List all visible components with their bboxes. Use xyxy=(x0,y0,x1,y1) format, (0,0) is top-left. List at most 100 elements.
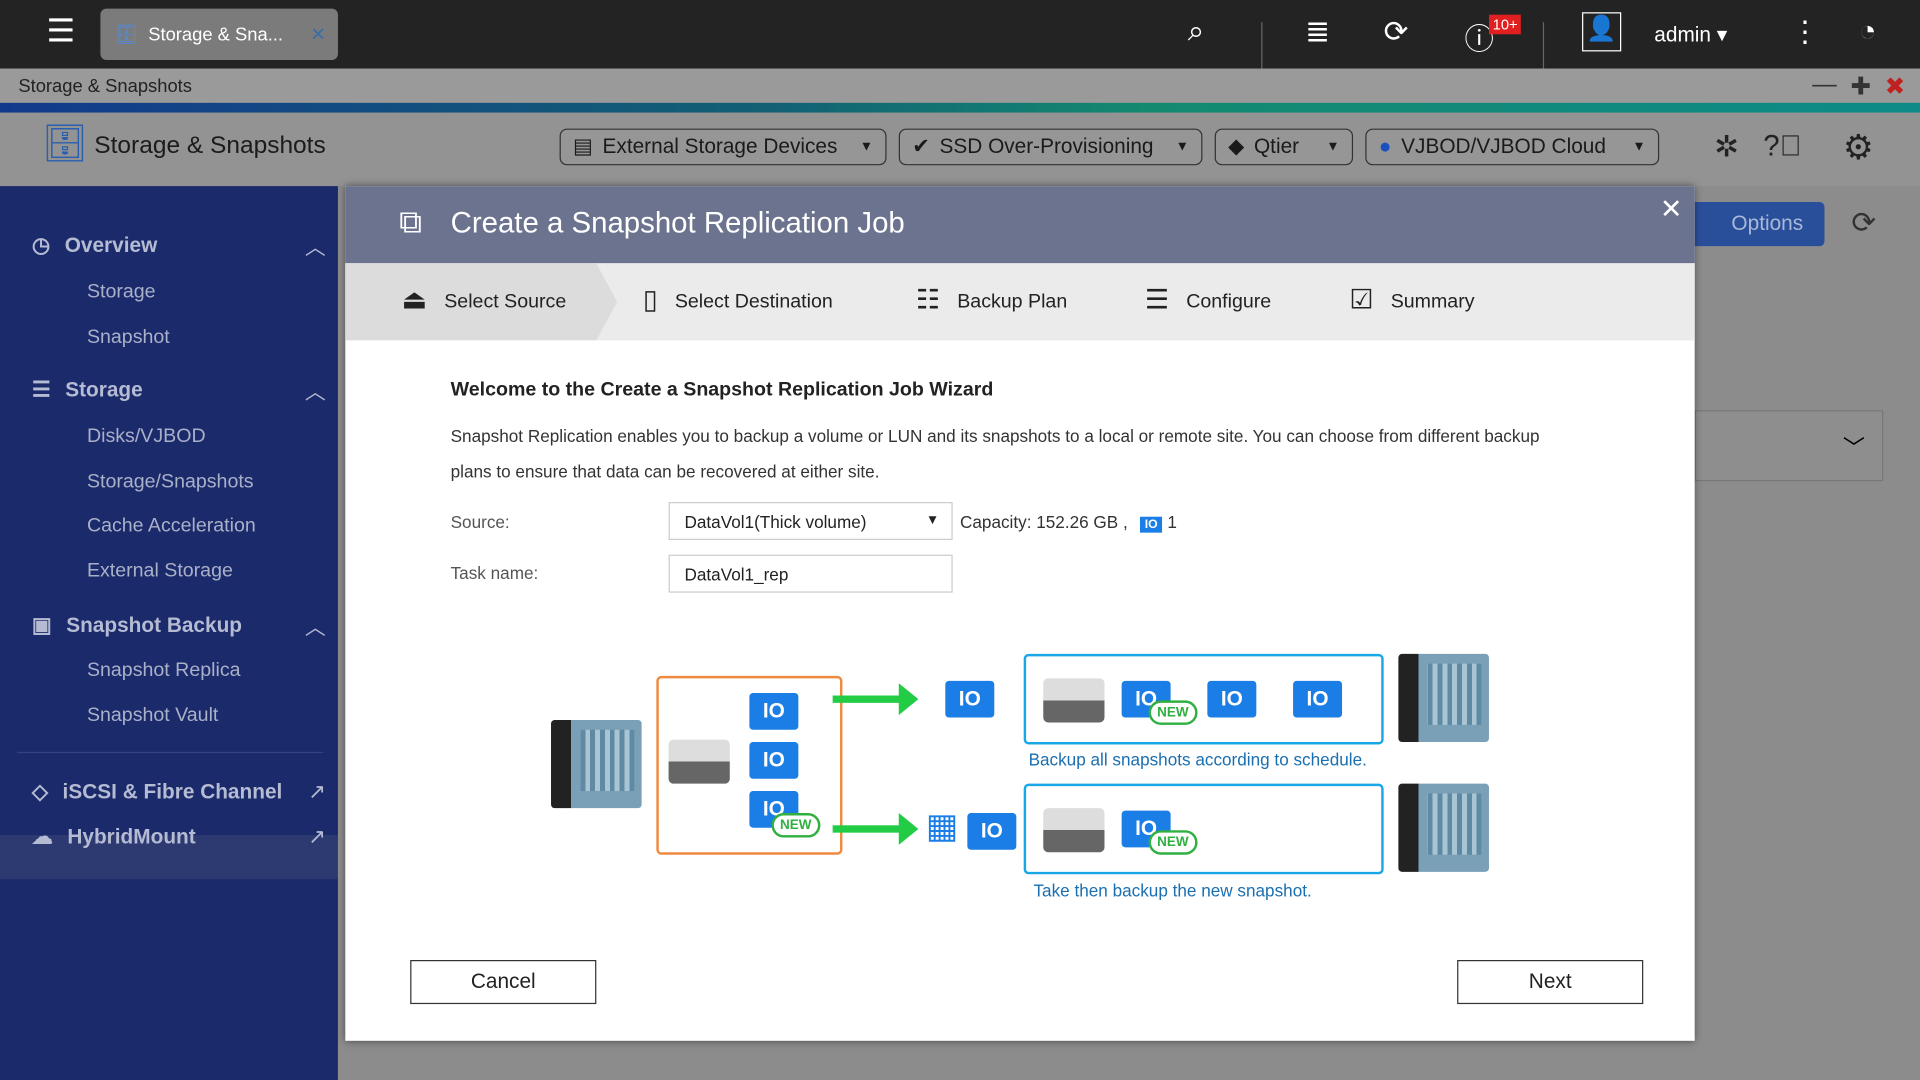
sidebar-item-cache[interactable]: Cache Acceleration xyxy=(87,516,256,538)
vjbod-button[interactable]: ● VJBOD/VJBOD Cloud ▼ xyxy=(1365,128,1660,166)
arrow-icon xyxy=(832,813,919,845)
diagram-caption-new: Take then backup the new snapshot. xyxy=(1033,880,1312,901)
source-select[interactable]: DataVol1(Thick volume) ▼ xyxy=(668,502,953,541)
settings-icon[interactable]: ⚙ xyxy=(1843,127,1874,167)
sidebar-item-snapshot-vault[interactable]: Snapshot Vault xyxy=(87,705,218,727)
iscsi-icon: ◇ xyxy=(31,780,48,804)
snapshot-add-icon: IO xyxy=(967,813,1017,850)
sidebar-section-overview[interactable]: ◷ Overview ︿ xyxy=(32,230,326,261)
button-label: Qtier xyxy=(1253,134,1300,158)
sync-icon[interactable]: ⟳ xyxy=(1384,15,1409,51)
step-configure: ☰ Configure xyxy=(1145,284,1271,316)
tasks-icon[interactable]: ≣ xyxy=(1305,15,1330,51)
sidebar-item-storage[interactable]: Storage xyxy=(87,282,156,304)
dialog-header: Create a Snapshot Replication Job xyxy=(345,186,1695,264)
step-backup-plan: ☷ Backup Plan xyxy=(916,284,1068,316)
notification-badge: 10+ xyxy=(1488,14,1522,35)
username: admin xyxy=(1654,23,1711,47)
step-label: Summary xyxy=(1390,291,1475,313)
disk-icon xyxy=(1043,678,1105,723)
wizard-heading: Welcome to the Create a Snapshot Replica… xyxy=(450,379,994,401)
dropdown-icon: ▼ xyxy=(1632,139,1646,155)
step-select-source: ⏏ Select Source xyxy=(402,284,567,316)
close-icon[interactable]: ✕ xyxy=(1660,193,1683,225)
app-tab[interactable]: 🗄 Storage & Sna... ✕ xyxy=(100,8,338,61)
snapshot-add-icon: IO xyxy=(945,680,995,718)
disk-icon xyxy=(668,739,730,784)
divider xyxy=(17,751,324,754)
search-icon[interactable]: ⌕ xyxy=(1188,15,1204,49)
arrow-icon xyxy=(832,683,919,716)
plan-icon: ☷ xyxy=(915,284,941,315)
replication-wizard-dialog: Create a Snapshot Replication Job ⧉ ✕ ⏏ S… xyxy=(345,186,1695,1041)
drive-icon: ⏏ xyxy=(401,284,428,315)
list-icon: ☰ xyxy=(1144,284,1170,315)
cancel-button[interactable]: Cancel xyxy=(410,960,597,1005)
new-badge: NEW xyxy=(1148,700,1198,725)
external-storage-button[interactable]: ▤ External Storage Devices ▼ xyxy=(559,128,887,166)
sidebar-link-iscsi[interactable]: ◇ iSCSI & Fibre Channel ↗ xyxy=(32,780,326,804)
user-icon[interactable]: 👤 xyxy=(1582,12,1622,52)
sidebar-item-snapshot-replica[interactable]: Snapshot Replica xyxy=(87,660,241,682)
sidebar-section-storage[interactable]: ☰ Storage ︿ xyxy=(32,375,326,406)
wizard-description: Snapshot Replication enables you to back… xyxy=(450,426,1540,482)
refresh-icon[interactable]: ⟳ xyxy=(1851,206,1876,242)
dashboard-icon[interactable]: ◔ xyxy=(1859,15,1877,49)
close-tab-icon[interactable]: ✕ xyxy=(310,23,325,45)
close-window-icon[interactable]: ✖ xyxy=(1885,71,1906,102)
step-summary: ☑ Summary xyxy=(1349,284,1475,316)
section-label: Storage xyxy=(65,377,143,402)
chevron-up-icon: ︿ xyxy=(304,615,326,640)
sidebar-section-snapshot-backup[interactable]: ▣ Snapshot Backup ︿ xyxy=(32,610,326,641)
options-button[interactable]: Options xyxy=(1689,202,1825,247)
database-icon: ☰ xyxy=(31,377,51,402)
new-badge: NEW xyxy=(771,813,821,838)
dialog-title: Create a Snapshot Replication Job xyxy=(450,206,905,241)
chevron-up-icon: ︿ xyxy=(304,236,326,260)
step-label: Select Source xyxy=(444,291,567,313)
maximize-icon[interactable]: ✚ xyxy=(1850,71,1871,102)
menu-icon[interactable]: ☰ xyxy=(47,15,78,47)
sidebar-item-external-storage[interactable]: External Storage xyxy=(87,561,233,583)
button-label: SSD Over-Provisioning xyxy=(939,134,1154,158)
external-link-icon: ↗ xyxy=(308,825,326,849)
storage-app-icon: 🗄 xyxy=(115,24,139,46)
chevron-down-icon[interactable]: ﹀ xyxy=(1843,431,1865,463)
tab-label: Storage & Sna... xyxy=(148,23,284,45)
user-menu[interactable]: admin ▾ xyxy=(1654,23,1727,47)
dropdown-icon: ▼ xyxy=(1175,139,1189,155)
tools-icon[interactable]: ✲ xyxy=(1714,130,1739,166)
snapshot-count: 1 xyxy=(1167,511,1177,532)
next-button[interactable]: Next xyxy=(1457,960,1644,1005)
snapshot-icon: IO xyxy=(749,742,799,779)
sidebar-item-snapshot[interactable]: Snapshot xyxy=(87,327,170,349)
cloud-icon: ☁ xyxy=(31,825,53,849)
link-label: iSCSI & Fibre Channel xyxy=(62,780,283,804)
schedule-box: IO NEW IO IO xyxy=(1023,653,1384,745)
sidebar-item-storage-snapshots[interactable]: Storage/Snapshots xyxy=(87,471,254,493)
chevron-up-icon: ︿ xyxy=(304,380,326,405)
help-icon[interactable]: ?⃝ xyxy=(1763,130,1801,164)
ssd-overprovisioning-button[interactable]: ✔ SSD Over-Provisioning ▼ xyxy=(898,128,1203,166)
snapshot-icon: IO xyxy=(749,693,799,730)
disk-icon xyxy=(1043,808,1105,853)
snapshot-icon: IO xyxy=(1139,516,1163,533)
vjbod-icon: ● xyxy=(1378,134,1392,158)
diagram-caption-schedule: Backup all snapshots according to schedu… xyxy=(1028,749,1367,769)
sidebar-link-hybridmount[interactable]: ☁ HybridMount ↗ xyxy=(32,825,326,849)
replication-diagram: IO IO IO NEW IO ▦ IO IO NEW IO IO Backup… xyxy=(345,639,1694,921)
accent-bar xyxy=(0,102,1920,113)
minimize-icon[interactable]: — xyxy=(1812,71,1836,99)
capacity-info: Capacity: 152.26 GB , IO 1 xyxy=(960,511,1177,533)
calendar-icon: ▦ xyxy=(925,806,959,845)
more-icon[interactable]: ⋮ xyxy=(1790,15,1819,51)
step-select-destination: ▯ Select Destination xyxy=(643,284,833,316)
link-label: HybridMount xyxy=(67,825,196,849)
new-snapshot-box: IO NEW xyxy=(1023,783,1384,875)
window-title: Storage & Snapshots xyxy=(0,68,1920,103)
step-label: Backup Plan xyxy=(957,291,1068,313)
sidebar-item-disks[interactable]: Disks/VJBOD xyxy=(87,426,206,448)
task-name-input[interactable] xyxy=(668,554,953,593)
qtier-button[interactable]: ◆ Qtier ▼ xyxy=(1214,128,1354,166)
section-label: Snapshot Backup xyxy=(66,612,243,637)
